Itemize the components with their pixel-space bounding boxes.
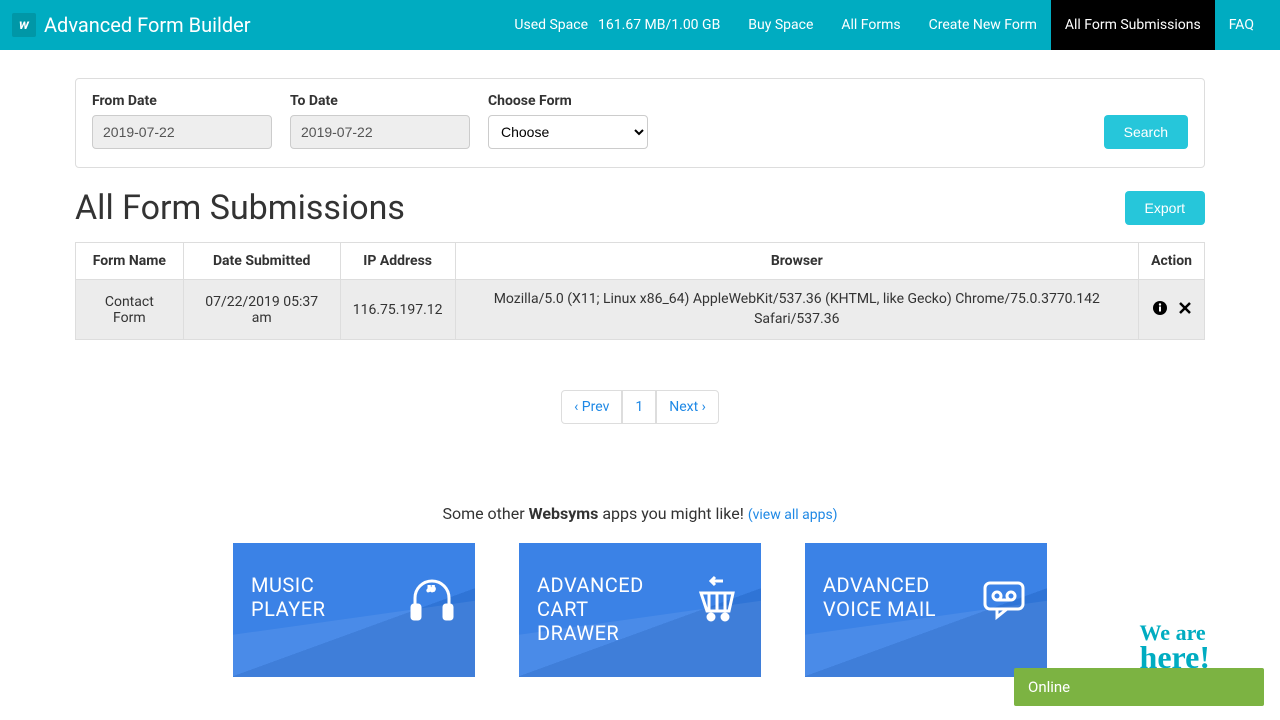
svg-text:♪♪: ♪♪	[427, 584, 435, 593]
top-nav: w Advanced Form Builder Used Space 161.6…	[0, 0, 1280, 50]
nav-used-space: Used Space 161.67 MB/1.00 GB	[500, 0, 734, 50]
card-title: ADVANCEDCARTDRAWER	[537, 573, 644, 645]
table-header-row: Form Name Date Submitted IP Address Brow…	[76, 243, 1205, 280]
next-button[interactable]: Next ›	[656, 390, 719, 424]
cell-date: 07/22/2019 05:37 am	[183, 280, 340, 340]
nav-links: Used Space 161.67 MB/1.00 GB Buy Space A…	[500, 0, 1268, 50]
headphones-icon: ♪♪	[407, 573, 457, 623]
choose-form-select[interactable]: Choose	[488, 115, 648, 149]
brand[interactable]: w Advanced Form Builder	[12, 13, 251, 37]
used-space-value: 161.67 MB/1.00 GB	[588, 17, 720, 33]
promo-cards: MUSICPLAYER ♪♪ ADVANCEDCARTDRAWER ADVANC…	[75, 543, 1205, 677]
nav-all-forms[interactable]: All Forms	[827, 0, 914, 50]
from-date-label: From Date	[92, 93, 272, 109]
brand-title: Advanced Form Builder	[44, 13, 251, 37]
col-form-name: Form Name	[76, 243, 184, 280]
card-title: ADVANCEDVOICE MAIL	[823, 573, 936, 621]
info-icon[interactable]	[1152, 300, 1168, 320]
promo-card-cart-drawer[interactable]: ADVANCEDCARTDRAWER	[519, 543, 761, 677]
brand-logo-icon: w	[12, 13, 36, 37]
cell-form-name: Contact Form	[76, 280, 184, 340]
cell-action	[1139, 280, 1205, 340]
cell-browser: Mozilla/5.0 (X11; Linux x86_64) AppleWeb…	[455, 280, 1139, 340]
table-row: Contact Form 07/22/2019 05:37 am 116.75.…	[76, 280, 1205, 340]
voicemail-icon	[979, 573, 1029, 623]
col-ip: IP Address	[340, 243, 455, 280]
col-action: Action	[1139, 243, 1205, 280]
card-title: MUSICPLAYER	[251, 573, 325, 621]
page-title: All Form Submissions	[75, 188, 405, 228]
pagination: ‹ Prev 1 Next ›	[75, 390, 1205, 424]
view-all-apps-link[interactable]: (view all apps)	[748, 507, 838, 523]
to-date-input[interactable]	[290, 115, 470, 149]
chat-online-bar[interactable]: Online	[1014, 668, 1264, 706]
filter-panel: From Date To Date Choose Form Choose Sea…	[75, 78, 1205, 168]
nav-all-submissions[interactable]: All Form Submissions	[1051, 0, 1215, 50]
choose-form-label: Choose Form	[488, 93, 648, 109]
to-date-label: To Date	[290, 93, 470, 109]
prev-button[interactable]: ‹ Prev	[561, 390, 622, 424]
cell-ip: 116.75.197.12	[340, 280, 455, 340]
col-date-submitted: Date Submitted	[183, 243, 340, 280]
page-1-button[interactable]: 1	[622, 390, 656, 424]
from-date-input[interactable]	[92, 115, 272, 149]
promo-card-voice-mail[interactable]: ADVANCEDVOICE MAIL	[805, 543, 1047, 677]
export-button[interactable]: Export	[1125, 191, 1205, 225]
search-button[interactable]: Search	[1104, 115, 1188, 149]
nav-buy-space[interactable]: Buy Space	[734, 0, 827, 50]
nav-create-new-form[interactable]: Create New Form	[915, 0, 1051, 50]
cart-icon	[693, 573, 743, 623]
submissions-table: Form Name Date Submitted IP Address Brow…	[75, 242, 1205, 340]
delete-icon[interactable]	[1178, 300, 1192, 320]
nav-faq[interactable]: FAQ	[1215, 0, 1268, 50]
promo-text: Some other Websyms apps you might like! …	[75, 504, 1205, 523]
col-browser: Browser	[455, 243, 1139, 280]
promo-card-music-player[interactable]: MUSICPLAYER ♪♪	[233, 543, 475, 677]
